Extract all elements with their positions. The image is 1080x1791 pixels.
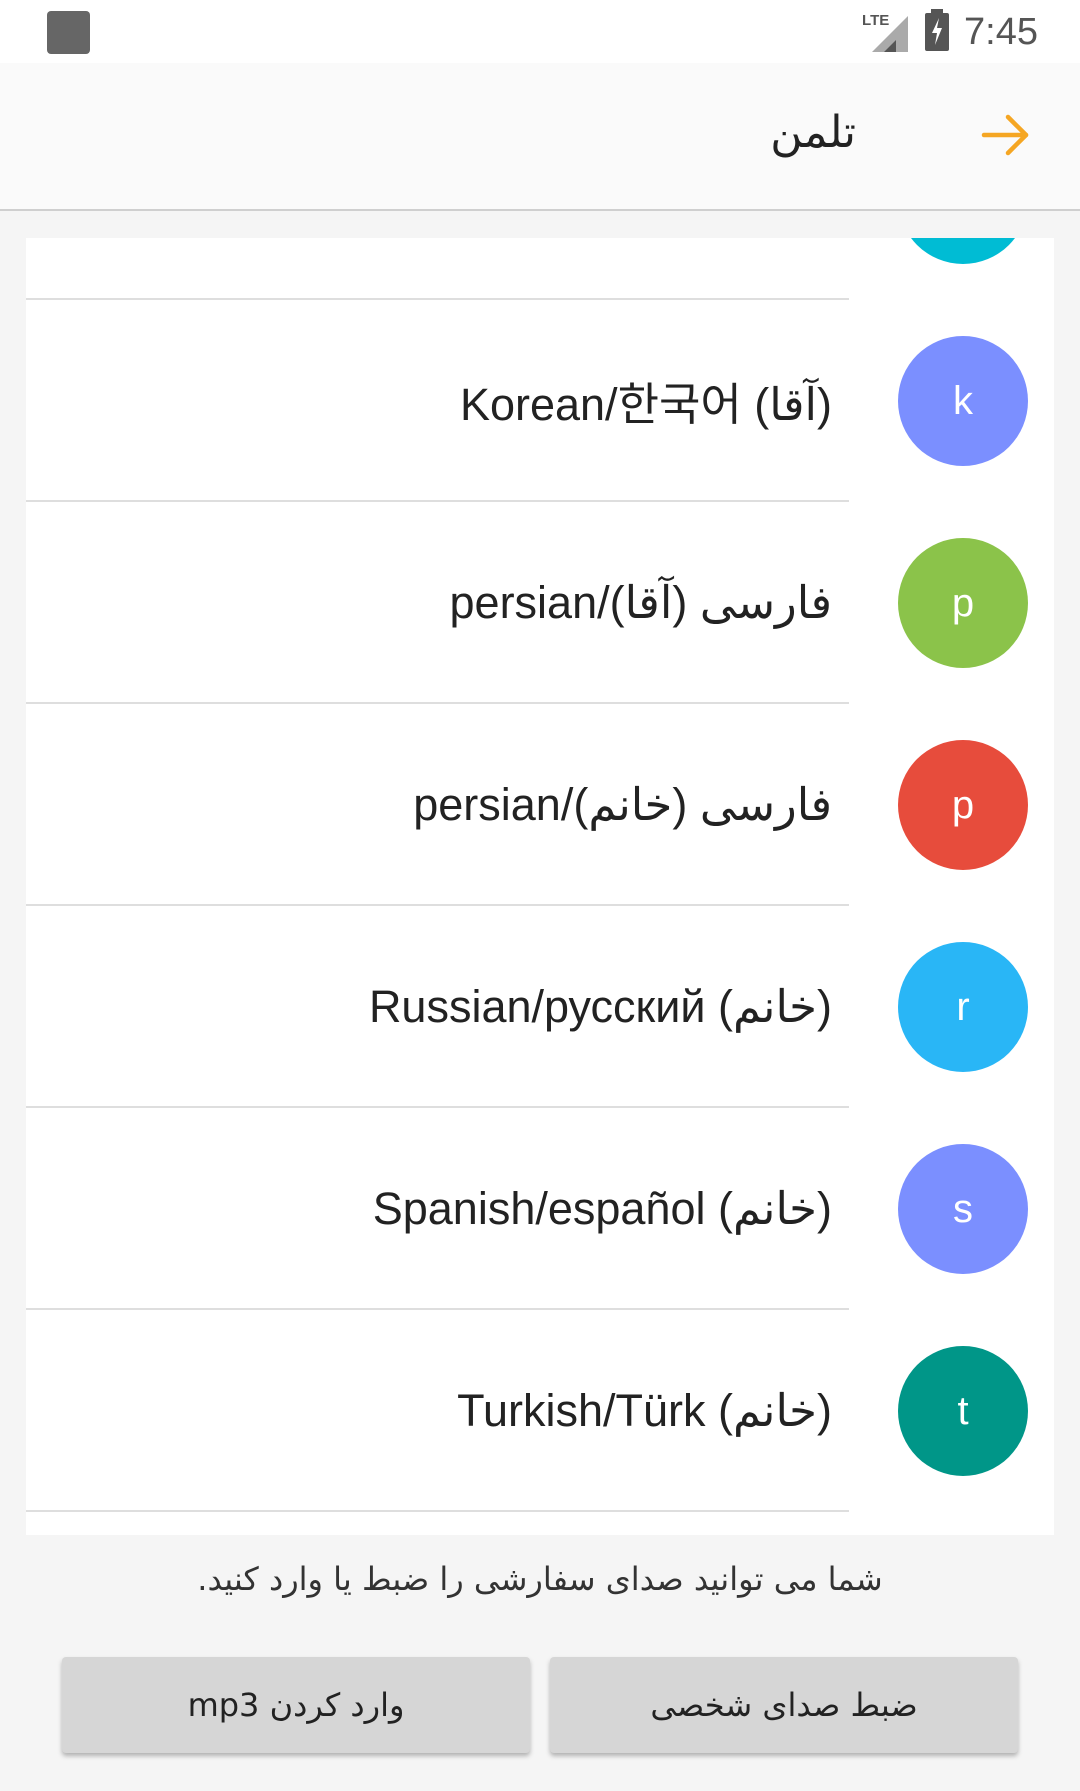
voice-avatar: t: [898, 1346, 1028, 1476]
voice-avatar: p: [898, 740, 1028, 870]
custom-voice-note: شما می توانید صدای سفارشی را ضبط یا وارد…: [197, 1560, 883, 1598]
voice-list-item[interactable]: persian/(آقا) فارسی p: [26, 502, 1054, 704]
voice-label: persian/(آقا) فارسی: [449, 576, 832, 628]
voice-label: Turkish/Türk (خانم): [457, 1384, 832, 1436]
row-divider: [26, 1510, 849, 1512]
voice-avatar: j: [898, 238, 1028, 264]
battery-charging-icon: [924, 9, 950, 55]
status-icons: LTE 7:45: [862, 8, 1038, 56]
signal-icon: LTE: [862, 12, 910, 52]
voice-label: Russian/русский (خانم): [368, 980, 832, 1032]
voice-list-item[interactable]: Turkish/Türk (خانم) t: [26, 1310, 1054, 1512]
voice-label: persian/(خانم) فارسی: [413, 778, 832, 830]
page-title: تلمن: [770, 107, 856, 158]
app-bar: تلمن: [0, 63, 1080, 211]
voice-list-item[interactable]: Russian/русский (خانم) r: [26, 906, 1054, 1108]
import-mp3-button[interactable]: وارد کردن mp3: [62, 1657, 530, 1753]
screen: LTE 7:45 تلمن Korean/한국어 (آقا) k persian…: [0, 0, 1080, 1791]
voice-list-items: jKorean/한국어 (آقا)kpersian/(آقا) فارسیppe…: [26, 238, 1054, 1512]
voice-avatar: k: [898, 336, 1028, 466]
status-time: 7:45: [964, 10, 1038, 53]
voice-list-item[interactable]: Spanish/español (خانم) s: [26, 1108, 1054, 1310]
arrow-forward-icon[interactable]: [978, 107, 1034, 163]
status-bar: LTE 7:45: [0, 0, 1080, 63]
voice-avatar: r: [898, 942, 1028, 1072]
voice-list-item[interactable]: Korean/한국어 (آقا) k: [26, 300, 1054, 502]
voice-label: Korean/한국어 (آقا): [459, 378, 832, 430]
voice-list[interactable]: jKorean/한국어 (آقا)kpersian/(آقا) فارسیppe…: [26, 238, 1054, 1535]
voice-list-item[interactable]: j: [26, 238, 1054, 300]
voice-list-item[interactable]: persian/(خانم) فارسی p: [26, 704, 1054, 906]
voice-label: Spanish/español (خانم): [372, 1182, 832, 1234]
voice-avatar: p: [898, 538, 1028, 668]
voice-avatar: s: [898, 1144, 1028, 1274]
notification-square-icon: [47, 11, 90, 54]
record-voice-button[interactable]: ضبط صدای شخصی: [550, 1657, 1018, 1753]
